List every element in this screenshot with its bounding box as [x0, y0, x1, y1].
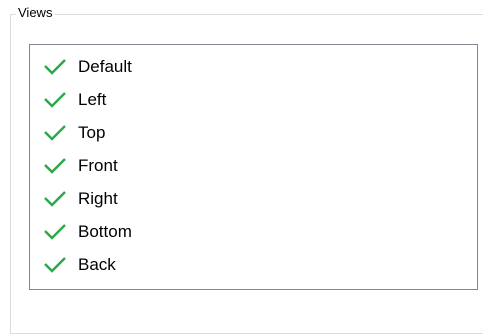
list-item-label: Left	[78, 90, 107, 109]
list-item-back[interactable]: Back	[43, 250, 116, 280]
checkmark-icon	[44, 191, 66, 207]
checkmark-icon	[44, 92, 66, 108]
checkmark-icon	[44, 125, 66, 141]
list-item-front[interactable]: Front	[43, 151, 118, 181]
list-item-left[interactable]: Left	[43, 85, 106, 115]
list-item-label: Back	[78, 255, 116, 274]
checkmark-icon	[44, 257, 66, 273]
list-item-label: Top	[78, 123, 106, 142]
list-item-label: Front	[78, 156, 118, 175]
list-item-default[interactable]: Default	[43, 52, 132, 82]
list-item-label: Bottom	[78, 222, 132, 241]
checkmark-icon	[44, 224, 66, 240]
list-item-right[interactable]: Right	[43, 184, 118, 214]
views-listbox[interactable]: Default Left Top Front Right Bottom Back	[29, 44, 478, 290]
checkmark-icon	[44, 158, 66, 174]
list-item-bottom[interactable]: Bottom	[43, 217, 132, 247]
views-groupbox-title: Views	[16, 5, 56, 21]
list-item-label: Default	[78, 57, 132, 76]
checkmark-icon	[44, 59, 66, 75]
list-item-top[interactable]: Top	[43, 118, 105, 148]
list-item-label: Right	[78, 189, 118, 208]
